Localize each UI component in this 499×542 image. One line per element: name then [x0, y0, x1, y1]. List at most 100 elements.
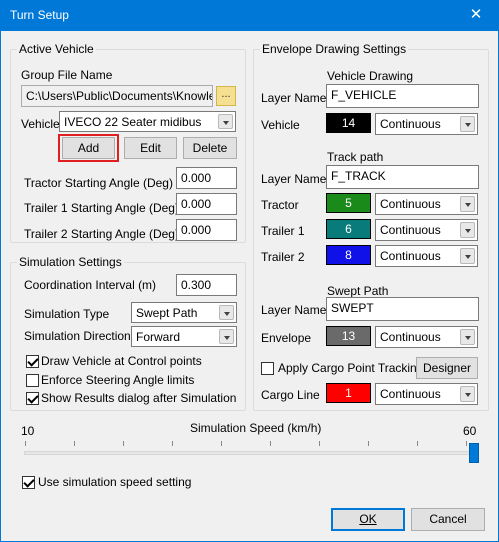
- speed-max-label: 60: [463, 424, 477, 438]
- simulation-speed-label: Simulation Speed (km/h): [190, 421, 322, 435]
- simulation-direction-label: Simulation Direction: [24, 329, 131, 343]
- track-layer-input[interactable]: F_TRACK: [326, 165, 479, 189]
- show-results-label[interactable]: Show Results dialog after Simulation: [41, 391, 236, 405]
- speed-tick: [270, 441, 271, 446]
- trailer2-track-color-swatch[interactable]: 8: [326, 245, 371, 265]
- speed-min-label: 10: [21, 424, 35, 438]
- chevron-down-icon: [460, 196, 475, 212]
- add-button[interactable]: Add: [62, 137, 115, 159]
- vehicle-layer-input[interactable]: F_VEHICLE: [326, 84, 479, 108]
- cargo-line-linetype-value: Continuous: [380, 387, 441, 401]
- chevron-down-icon: [460, 222, 475, 238]
- cargo-line-linetype-select[interactable]: Continuous: [375, 383, 478, 405]
- simulation-direction-select[interactable]: Forward: [131, 326, 237, 347]
- tractor-track-linetype-value: Continuous: [380, 197, 441, 211]
- vehicle-layer-label: Layer Name: [261, 91, 327, 105]
- vehicle-select[interactable]: IVECO 22 Seater midibus: [59, 111, 236, 132]
- close-icon[interactable]: ✕: [453, 0, 499, 31]
- swept-layer-input[interactable]: SWEPT: [326, 297, 479, 321]
- speed-slider-thumb[interactable]: [469, 443, 479, 463]
- coord-interval-input[interactable]: 0.300: [176, 274, 237, 296]
- swept-path-heading: Swept Path: [327, 284, 389, 298]
- ok-button[interactable]: OK: [331, 508, 405, 531]
- trailer2-track-linetype-select[interactable]: Continuous: [375, 245, 478, 267]
- show-results-checkbox[interactable]: [26, 392, 39, 405]
- trailer1-angle-label: Trailer 1 Starting Angle (Deg): [24, 201, 179, 215]
- simulation-direction-value: Forward: [136, 330, 181, 344]
- speed-tick: [172, 441, 173, 446]
- group-file-label: Group File Name: [21, 68, 113, 82]
- trailer1-track-color-swatch[interactable]: 6: [326, 219, 371, 239]
- speed-tick: [368, 441, 369, 446]
- cargo-tracking-checkbox[interactable]: [261, 362, 274, 375]
- trailer2-track-linetype-value: Continuous: [380, 249, 441, 263]
- draw-vehicle-label[interactable]: Draw Vehicle at Control points: [41, 354, 202, 368]
- envelope-color-label: Envelope: [261, 331, 312, 345]
- use-speed-setting-label[interactable]: Use simulation speed setting: [38, 475, 191, 489]
- speed-tick: [123, 441, 124, 446]
- cargo-tracking-label[interactable]: Apply Cargo Point Tracking: [278, 361, 423, 375]
- envelope-color-swatch[interactable]: 13: [326, 326, 371, 346]
- designer-button[interactable]: Designer: [416, 357, 478, 379]
- vehicle-color-swatch[interactable]: 14: [326, 113, 371, 133]
- envelope-linetype-value: Continuous: [380, 330, 441, 344]
- simulation-type-value: Swept Path: [136, 306, 198, 320]
- envelope-drawing-title: Envelope Drawing Settings: [260, 42, 409, 56]
- speed-tick: [466, 441, 467, 446]
- speed-tick: [25, 441, 26, 446]
- edit-button[interactable]: Edit: [124, 137, 177, 159]
- speed-tick: [74, 441, 75, 446]
- coord-interval-label: Coordination Interval (m): [24, 278, 157, 292]
- tractor-track-color-swatch[interactable]: 5: [326, 193, 371, 213]
- trailer2-track-label: Trailer 2: [261, 250, 305, 264]
- simulation-settings-title: Simulation Settings: [17, 255, 124, 269]
- trailer1-angle-input[interactable]: 0.000: [176, 193, 237, 215]
- chevron-down-icon: [460, 386, 475, 402]
- vehicle-color-label: Vehicle: [261, 118, 300, 132]
- ok-button-label: OK: [359, 512, 377, 526]
- title-bar: Turn Setup ✕: [0, 0, 499, 31]
- cargo-line-label: Cargo Line: [261, 388, 320, 402]
- window-title: Turn Setup: [10, 8, 69, 22]
- speed-tick: [417, 441, 418, 446]
- speed-slider-track[interactable]: [24, 451, 476, 455]
- chevron-down-icon: [460, 116, 475, 132]
- trailer2-angle-input[interactable]: 0.000: [176, 219, 237, 241]
- envelope-linetype-select[interactable]: Continuous: [375, 326, 478, 348]
- simulation-type-select[interactable]: Swept Path: [131, 302, 237, 323]
- vehicle-drawing-heading: Vehicle Drawing: [327, 69, 414, 83]
- tractor-track-linetype-select[interactable]: Continuous: [375, 193, 478, 215]
- tractor-angle-input[interactable]: 0.000: [176, 167, 237, 189]
- swept-layer-label: Layer Name: [261, 303, 327, 317]
- browse-button[interactable]: ...: [216, 86, 236, 106]
- tractor-track-label: Tractor: [261, 198, 299, 212]
- enforce-steering-checkbox[interactable]: [26, 374, 39, 387]
- trailer1-track-linetype-value: Continuous: [380, 223, 441, 237]
- cancel-button[interactable]: Cancel: [411, 508, 485, 531]
- tractor-angle-label: Tractor Starting Angle (Deg): [24, 176, 173, 190]
- speed-tick: [319, 441, 320, 446]
- use-speed-setting-checkbox[interactable]: [22, 476, 35, 489]
- chevron-down-icon: [219, 305, 234, 320]
- chevron-down-icon: [460, 248, 475, 264]
- vehicle-select-value: IVECO 22 Seater midibus: [64, 115, 202, 129]
- active-vehicle-group-title: Active Vehicle: [17, 42, 96, 56]
- group-file-field[interactable]: C:\Users\Public\Documents\Knowledge: [21, 85, 213, 107]
- trailer1-track-label: Trailer 1: [261, 224, 305, 238]
- enforce-steering-label[interactable]: Enforce Steering Angle limits: [41, 373, 194, 387]
- chevron-down-icon: [218, 114, 233, 129]
- vehicle-linetype-select[interactable]: Continuous: [375, 113, 478, 135]
- speed-tick: [221, 441, 222, 446]
- trailer1-track-linetype-select[interactable]: Continuous: [375, 219, 478, 241]
- delete-button[interactable]: Delete: [183, 137, 237, 159]
- chevron-down-icon: [219, 329, 234, 344]
- simulation-type-label: Simulation Type: [24, 307, 110, 321]
- chevron-down-icon: [460, 329, 475, 345]
- vehicle-linetype-value: Continuous: [380, 117, 441, 131]
- draw-vehicle-checkbox[interactable]: [26, 355, 39, 368]
- window-border-left: [0, 31, 1, 542]
- track-path-heading: Track path: [327, 150, 384, 164]
- cargo-line-color-swatch[interactable]: 1: [326, 383, 371, 403]
- track-layer-label: Layer Name: [261, 172, 327, 186]
- vehicle-label: Vehicle: [21, 117, 60, 131]
